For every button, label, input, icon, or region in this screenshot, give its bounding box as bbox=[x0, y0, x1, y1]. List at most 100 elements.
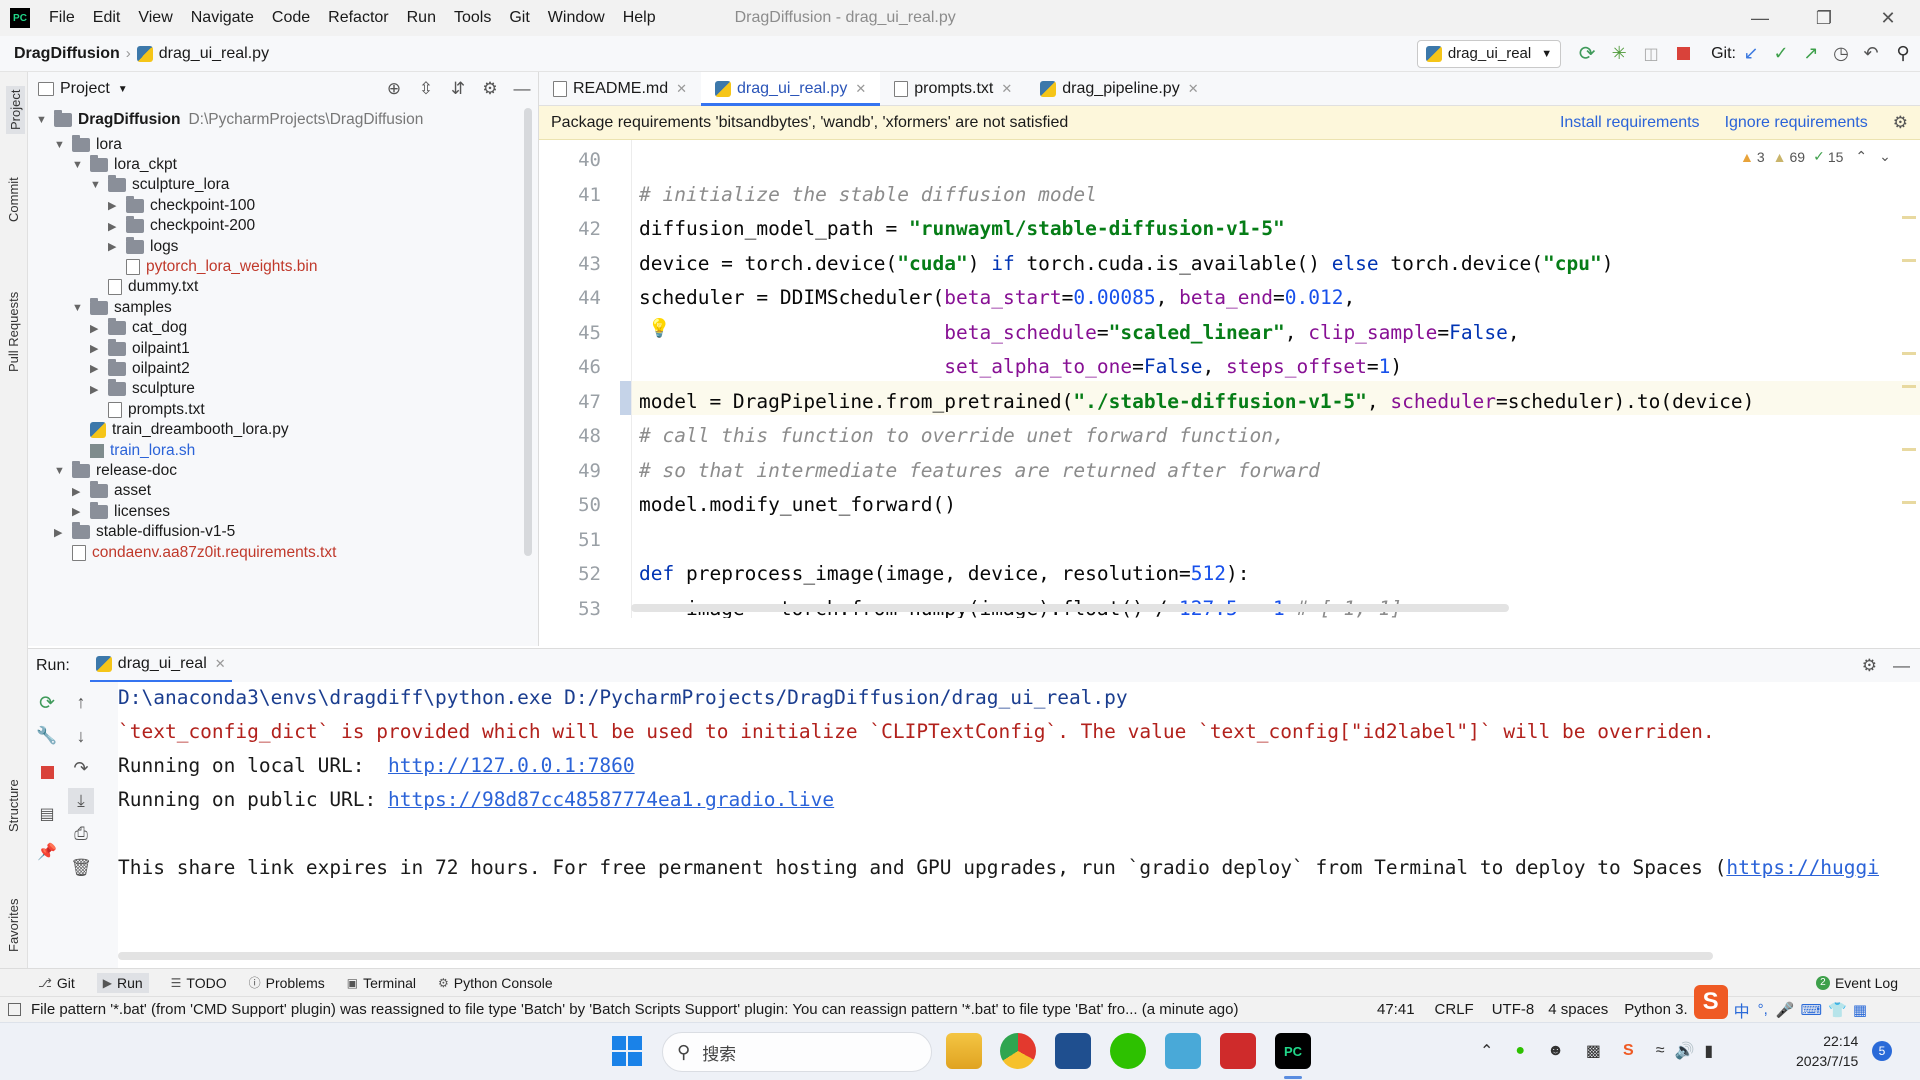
debug-icon[interactable]: ✳ bbox=[1603, 43, 1635, 64]
close-icon[interactable]: ✕ bbox=[1188, 81, 1199, 97]
ime-tray-icon[interactable]: ▩ bbox=[1586, 1041, 1601, 1061]
close-icon[interactable]: ✕ bbox=[676, 81, 687, 97]
taskbar-search[interactable]: ⚲ 搜索 bbox=[662, 1032, 932, 1072]
layout-icon[interactable]: ▤ bbox=[36, 804, 58, 824]
breadcrumb-project[interactable]: DragDiffusion bbox=[14, 45, 120, 63]
console-hscrollbar[interactable] bbox=[118, 952, 1713, 960]
console-link[interactable]: https://98d87cc48587774ea1.gradio.live bbox=[388, 788, 834, 811]
breadcrumb-file[interactable]: drag_ui_real.py bbox=[159, 45, 269, 63]
arrow-down-icon[interactable]: ↓ bbox=[70, 726, 92, 747]
locate-icon[interactable]: ⊕ bbox=[378, 79, 410, 99]
tool-window-commit[interactable]: Commit bbox=[6, 177, 21, 222]
menu-file[interactable]: File bbox=[40, 9, 84, 27]
punctuation-icon[interactable]: °, bbox=[1758, 1001, 1768, 1018]
console-link[interactable]: http://127.0.0.1:7860 bbox=[388, 754, 635, 777]
tool-window-favorites[interactable]: Favorites bbox=[6, 899, 21, 952]
close-icon[interactable]: ✕ bbox=[215, 656, 226, 672]
tool-window-structure[interactable]: Structure bbox=[6, 779, 21, 832]
editor-tab[interactable]: README.md ✕ bbox=[539, 72, 701, 106]
zotero-icon[interactable] bbox=[1220, 1033, 1256, 1069]
scroll-to-end-icon[interactable]: ⤓ bbox=[68, 788, 94, 814]
gear-icon[interactable]: ⚙ bbox=[1893, 113, 1908, 133]
menu-view[interactable]: View bbox=[129, 9, 181, 27]
caret-position[interactable]: 47:41 bbox=[1377, 1001, 1415, 1018]
menu-help[interactable]: Help bbox=[614, 9, 665, 27]
status-message-icon[interactable] bbox=[8, 1003, 21, 1016]
chrome-icon[interactable] bbox=[1000, 1033, 1036, 1069]
wifi-icon[interactable]: ≈ bbox=[1656, 1042, 1665, 1060]
pycharm-taskbar-icon[interactable]: PC bbox=[1275, 1033, 1311, 1069]
editor-hscrollbar[interactable] bbox=[631, 604, 1509, 612]
tool-window-terminal[interactable]: ▣ Terminal bbox=[347, 975, 416, 991]
menu-edit[interactable]: Edit bbox=[84, 9, 130, 27]
editor-error-stripe[interactable] bbox=[1902, 196, 1916, 606]
gear-icon[interactable]: ⚙ bbox=[474, 79, 506, 99]
menu-tools[interactable]: Tools bbox=[445, 9, 500, 27]
file-encoding[interactable]: UTF-8 bbox=[1492, 1001, 1535, 1018]
status-message[interactable]: File pattern '*.bat' (from 'CMD Support'… bbox=[31, 1001, 1351, 1018]
soft-wrap-icon[interactable]: ↷ bbox=[70, 758, 92, 779]
ignore-requirements-link[interactable]: Ignore requirements bbox=[1725, 114, 1868, 132]
rollback-icon[interactable]: ↶ bbox=[1856, 43, 1886, 64]
tree-file[interactable]: condaenv.aa87z0it.requirements.txt bbox=[54, 540, 336, 565]
run-configuration-select[interactable]: drag_ui_real ▼ bbox=[1416, 39, 1562, 68]
stop-icon[interactable] bbox=[36, 766, 58, 779]
menu-code[interactable]: Code bbox=[263, 9, 319, 27]
rerun-icon[interactable]: ⟳ bbox=[1571, 41, 1603, 66]
remote-desktop-icon[interactable] bbox=[1165, 1033, 1201, 1069]
chevron-down-icon[interactable]: ▼ bbox=[118, 84, 128, 95]
history-icon[interactable]: ◷ bbox=[1826, 43, 1856, 64]
wechat-icon[interactable] bbox=[1110, 1033, 1146, 1069]
maximize-icon[interactable]: ❐ bbox=[1792, 0, 1856, 36]
clock[interactable]: 22:14 2023/7/15 bbox=[1796, 1031, 1858, 1071]
vscode-app-icon[interactable] bbox=[1055, 1033, 1091, 1069]
inspection-widget[interactable]: ▲ 3 ▲ 69 ✓ 15 ⌃ ⌄ bbox=[1740, 148, 1891, 165]
menu-refactor[interactable]: Refactor bbox=[319, 9, 397, 27]
tree-root[interactable]: ▼ DragDiffusion D:\PycharmProjects\DragD… bbox=[36, 107, 423, 132]
toolbox-icon[interactable]: ▦ bbox=[1853, 1001, 1867, 1019]
menu-navigate[interactable]: Navigate bbox=[182, 9, 263, 27]
install-requirements-link[interactable]: Install requirements bbox=[1560, 114, 1700, 132]
chevron-down-icon[interactable]: ⌄ bbox=[1879, 148, 1891, 165]
hide-icon[interactable]: — bbox=[506, 79, 538, 99]
git-push-icon[interactable]: ↗ bbox=[1796, 43, 1826, 64]
tool-window-todo[interactable]: ☰ TODO bbox=[171, 975, 227, 991]
git-update-icon[interactable]: ↙ bbox=[1736, 43, 1766, 64]
windows-start-icon[interactable] bbox=[612, 1036, 642, 1066]
skin-icon[interactable]: 👕 bbox=[1828, 1001, 1847, 1019]
arrow-up-icon[interactable]: ↑ bbox=[70, 692, 92, 713]
battery-icon[interactable]: ▮ bbox=[1704, 1041, 1713, 1061]
pin-icon[interactable]: 📌 bbox=[36, 842, 58, 862]
tool-window-python-console[interactable]: ⚙ Python Console bbox=[438, 975, 553, 991]
print-icon[interactable]: ⎙ bbox=[70, 824, 92, 844]
line-separator[interactable]: CRLF bbox=[1435, 1001, 1474, 1018]
tool-window-problems[interactable]: ⓘ Problems bbox=[249, 974, 325, 991]
tray-overflow-icon[interactable]: ⌃ bbox=[1480, 1041, 1493, 1061]
tool-window-git[interactable]: ⎇ Git bbox=[38, 975, 75, 991]
project-panel-title[interactable]: Project bbox=[60, 80, 110, 98]
wrench-icon[interactable]: 🔧 bbox=[36, 726, 58, 746]
stop-icon[interactable] bbox=[1667, 47, 1699, 60]
search-icon[interactable]: ⚲ bbox=[1886, 43, 1920, 64]
python-interpreter[interactable]: Python 3. bbox=[1624, 1001, 1687, 1018]
close-icon[interactable]: ✕ bbox=[1856, 0, 1920, 36]
trash-icon[interactable]: 🗑 bbox=[70, 858, 92, 878]
sogou-ime-icon[interactable]: S bbox=[1693, 984, 1728, 1019]
sogou-tray-icon[interactable]: S bbox=[1623, 1042, 1634, 1060]
event-log-button[interactable]: 2 Event Log bbox=[1815, 975, 1898, 991]
editor-tab[interactable]: prompts.txt ✕ bbox=[880, 72, 1026, 106]
run-console[interactable]: D:\anaconda3\envs\dragdiff\python.exe D:… bbox=[118, 682, 1920, 968]
git-commit-icon[interactable]: ✓ bbox=[1766, 43, 1796, 64]
editor-tab[interactable]: drag_pipeline.py ✕ bbox=[1026, 72, 1212, 106]
chevron-up-icon[interactable]: ⌃ bbox=[1855, 148, 1867, 165]
tree-scrollbar[interactable] bbox=[524, 108, 532, 556]
close-icon[interactable]: ✕ bbox=[1001, 81, 1012, 97]
rerun-icon[interactable]: ⟳ bbox=[36, 692, 58, 715]
menu-git[interactable]: Git bbox=[500, 9, 538, 27]
notification-badge[interactable]: 5 bbox=[1872, 1041, 1892, 1061]
microphone-icon[interactable]: 🎤 bbox=[1776, 1001, 1795, 1019]
ime-mode-label[interactable]: 中 bbox=[1734, 998, 1750, 1022]
menu-run[interactable]: Run bbox=[398, 9, 445, 27]
tool-window-project[interactable]: Project bbox=[6, 85, 25, 134]
indent-setting[interactable]: 4 spaces bbox=[1548, 1001, 1608, 1018]
